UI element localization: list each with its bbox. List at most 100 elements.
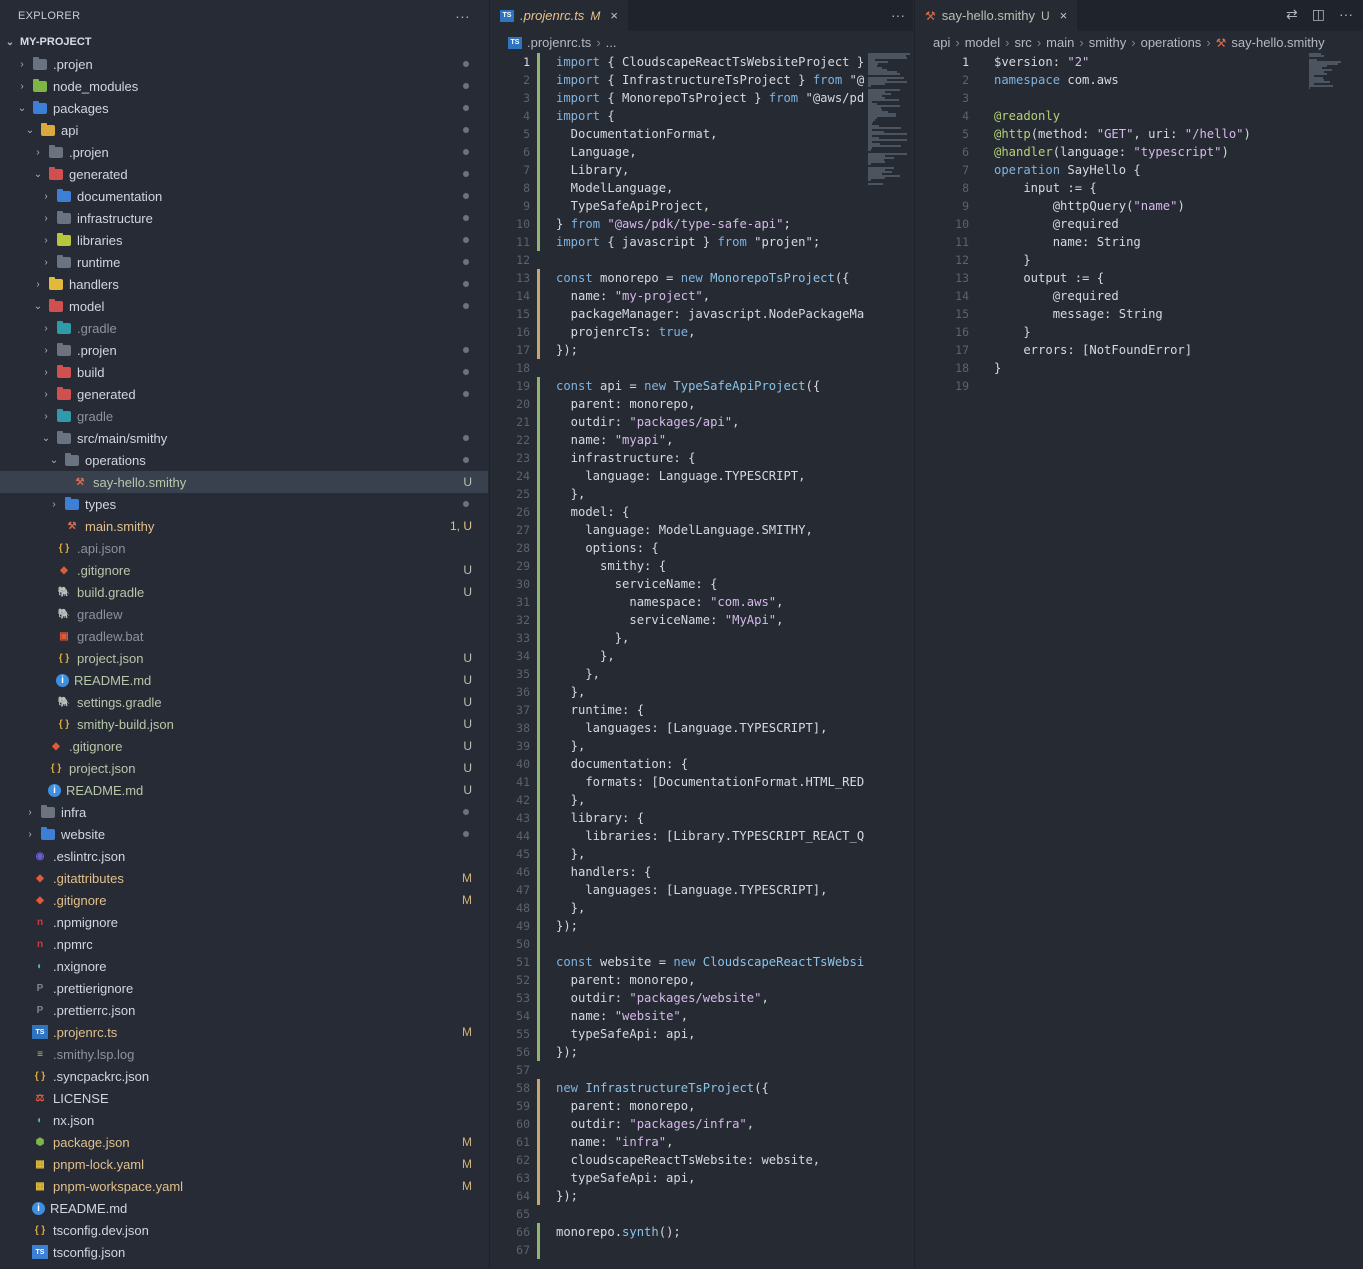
tree-folder[interactable]: › .projen: [0, 53, 488, 75]
tree-file[interactable]: { } .api.json: [0, 537, 488, 559]
tree-file[interactable]: ⚒ main.smithy 1, U: [0, 515, 488, 537]
minimap[interactable]: [866, 53, 912, 193]
tree-file[interactable]: ⚒ say-hello.smithy U: [0, 471, 488, 493]
minimap-line: [868, 183, 884, 185]
tree-file[interactable]: P .prettierignore: [0, 977, 488, 999]
breadcrumb-item[interactable]: main: [1046, 35, 1074, 50]
tree-file[interactable]: { } .syncpackrc.json: [0, 1065, 488, 1087]
tree-file[interactable]: ◆ .gitignore U: [0, 735, 488, 757]
tree-item-label: handlers: [69, 276, 119, 292]
tree-folder[interactable]: › website: [0, 823, 488, 845]
tab-say-hello[interactable]: ⚒ say-hello.smithy U ×: [915, 0, 1078, 31]
editor-more-icon[interactable]: ···: [891, 7, 905, 23]
npm-icon: n: [36, 916, 44, 928]
tree-folder[interactable]: › documentation: [0, 185, 488, 207]
tree-file[interactable]: n .npmignore: [0, 911, 488, 933]
tree-file[interactable]: ◆ .gitignore U: [0, 559, 488, 581]
git-icon: ◆: [60, 564, 68, 576]
breadcrumb-item[interactable]: smithy: [1089, 35, 1127, 50]
breadcrumb-item[interactable]: .projenrc.ts: [527, 35, 591, 50]
tree-folder[interactable]: › generated: [0, 383, 488, 405]
tree-file[interactable]: i README.md U: [0, 779, 488, 801]
code-editor-say-hello[interactable]: 1 $version: "2" 2 namespace com.aws 3 4 @reado…: [915, 53, 1355, 399]
tab-label: say-hello.smithy: [941, 8, 1035, 23]
project-root[interactable]: ⌄ MY-PROJECT: [0, 31, 488, 53]
tree-folder[interactable]: ⌄ src/main/smithy: [0, 427, 488, 449]
close-icon[interactable]: ×: [610, 8, 618, 23]
breadcrumb-item[interactable]: model: [965, 35, 1000, 50]
code-line: @httpQuery("name"): [994, 199, 1185, 213]
tree-file[interactable]: ⚖ LICENSE: [0, 1087, 488, 1109]
tree-file[interactable]: { } tsconfig.dev.json: [0, 1219, 488, 1241]
code-editor-projenrc[interactable]: 1 import { CloudscapeReactTsWebsiteProjec…: [490, 53, 864, 1263]
minimap[interactable]: [1307, 53, 1353, 193]
line-number: 40: [516, 757, 530, 771]
tree-file[interactable]: i README.md U: [0, 669, 488, 691]
tree-file[interactable]: ◉ .eslintrc.json: [0, 845, 488, 867]
split-editor-icon[interactable]: ◫: [1312, 6, 1325, 23]
tree-file[interactable]: ◆ .gitignore M: [0, 889, 488, 911]
code-line: name: String: [994, 235, 1141, 249]
status-dot: [463, 105, 469, 111]
tree-file[interactable]: ◐ .nxignore: [0, 955, 488, 977]
tree-file[interactable]: TS tsconfig.json: [0, 1241, 488, 1263]
close-icon[interactable]: ×: [1060, 8, 1068, 23]
tree-folder[interactable]: › libraries: [0, 229, 488, 251]
tree-file[interactable]: 🐘 settings.gradle U: [0, 691, 488, 713]
line-number: 11: [516, 235, 530, 249]
gradle-icon: 🐘: [57, 586, 71, 598]
tree-folder[interactable]: › types: [0, 493, 488, 515]
breadcrumb-item[interactable]: operations: [1141, 35, 1202, 50]
line-number: 17: [955, 343, 969, 357]
tree-folder[interactable]: › build: [0, 361, 488, 383]
tree-file[interactable]: ⬢ package.json M: [0, 1131, 488, 1153]
tree-file[interactable]: 🐘 gradlew: [0, 603, 488, 625]
tree-file[interactable]: i README.md: [0, 1197, 488, 1219]
tree-file[interactable]: { } project.json U: [0, 757, 488, 779]
line-number: 23: [516, 451, 530, 465]
tree-file[interactable]: n .npmrc: [0, 933, 488, 955]
typescript-icon: TS: [508, 36, 522, 49]
explorer-more-icon[interactable]: ···: [455, 8, 470, 24]
tree-folder[interactable]: ⌄ packages: [0, 97, 488, 119]
tree-file[interactable]: TS .projenrc.ts M: [0, 1021, 488, 1043]
tree-file[interactable]: { } project.json U: [0, 647, 488, 669]
folder-icon: [56, 210, 72, 225]
tree-folder[interactable]: › .projen: [0, 141, 488, 163]
breadcrumb-item[interactable]: ...: [606, 35, 617, 50]
tree-file[interactable]: ◐ nx.json: [0, 1109, 488, 1131]
tree-folder[interactable]: › runtime: [0, 251, 488, 273]
tree-file[interactable]: ≡ .smithy.lsp.log: [0, 1043, 488, 1065]
more-actions-icon[interactable]: ···: [1339, 6, 1353, 23]
tree-folder[interactable]: ⌄ generated: [0, 163, 488, 185]
code-line: },: [556, 649, 615, 663]
tree-folder[interactable]: › .projen: [0, 339, 488, 361]
tree-file[interactable]: 🐘 build.gradle U: [0, 581, 488, 603]
tree-folder[interactable]: › infrastructure: [0, 207, 488, 229]
code-line: },: [556, 847, 586, 861]
tree-file[interactable]: ▣ gradlew.bat: [0, 625, 488, 647]
tree-folder[interactable]: › .gradle: [0, 317, 488, 339]
breadcrumb-item[interactable]: src: [1014, 35, 1031, 50]
tree-folder[interactable]: ⌄ model: [0, 295, 488, 317]
tree-folder[interactable]: › gradle: [0, 405, 488, 427]
status-dot: [463, 347, 469, 353]
breadcrumb-item[interactable]: say-hello.smithy: [1231, 35, 1324, 50]
tree-file[interactable]: { } smithy-build.json U: [0, 713, 488, 735]
compare-changes-icon[interactable]: ⇄: [1286, 6, 1298, 23]
breadcrumb-item[interactable]: api: [933, 35, 950, 50]
tree-folder[interactable]: › handlers: [0, 273, 488, 295]
folder-icon: [64, 496, 80, 511]
tree-folder[interactable]: ⌄ operations: [0, 449, 488, 471]
status-dot: [463, 303, 469, 309]
tree-file[interactable]: ▦ pnpm-lock.yaml M: [0, 1153, 488, 1175]
tab-projenrc[interactable]: TS .projenrc.ts M ×: [490, 0, 628, 31]
code-line: options: {: [556, 541, 659, 555]
tree-folder[interactable]: ⌄ api: [0, 119, 488, 141]
line-number: 24: [516, 469, 530, 483]
tree-folder[interactable]: › node_modules: [0, 75, 488, 97]
tree-file[interactable]: P .prettierrc.json: [0, 999, 488, 1021]
tree-file[interactable]: ▦ pnpm-workspace.yaml M: [0, 1175, 488, 1197]
tree-folder[interactable]: › infra: [0, 801, 488, 823]
tree-file[interactable]: ◆ .gitattributes M: [0, 867, 488, 889]
